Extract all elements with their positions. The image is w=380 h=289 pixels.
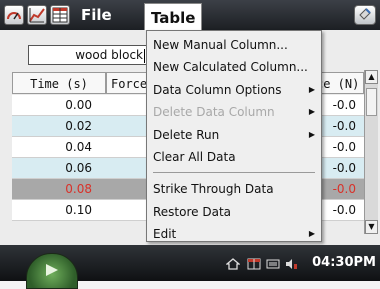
vertical-scrollbar[interactable]: ▲ ▼ xyxy=(364,70,378,234)
menu-table[interactable]: Table xyxy=(144,3,203,30)
submenu-arrow-icon: ▶ xyxy=(308,85,315,94)
scroll-down-icon[interactable]: ▼ xyxy=(365,220,378,234)
home-icon[interactable] xyxy=(226,258,240,270)
menu-item-label: New Manual Column... xyxy=(153,38,288,52)
menu-item-label: Clear All Data xyxy=(153,150,236,164)
menu-item-new-calculated-column[interactable]: New Calculated Column... xyxy=(147,56,321,78)
scroll-up-icon[interactable]: ▲ xyxy=(365,70,378,84)
menu-item-delete-run[interactable]: Delete Run ▶ xyxy=(147,124,321,146)
home-button[interactable] xyxy=(26,253,78,289)
menu-separator xyxy=(153,172,315,173)
menu-item-label: Edit xyxy=(153,227,177,241)
volume-icon[interactable] xyxy=(284,258,298,270)
status-bar: 04:30PM xyxy=(0,245,380,289)
table-icon[interactable] xyxy=(50,5,70,25)
graph-icon[interactable] xyxy=(27,5,47,25)
vertical-scroll-thumb[interactable] xyxy=(366,88,377,116)
menu-item-label: New Calculated Column... xyxy=(153,60,308,74)
meter-icon[interactable] xyxy=(4,5,24,25)
grid-icon[interactable] xyxy=(247,258,261,270)
time-cell[interactable]: 0.06 xyxy=(12,158,106,178)
column-header-time[interactable]: Time (s) xyxy=(12,72,106,94)
menu-item-label: Strike Through Data xyxy=(153,182,274,196)
text-caret xyxy=(144,48,145,63)
menu-item-label: Data Column Options xyxy=(153,83,282,97)
time-cell[interactable]: 0.02 xyxy=(12,116,106,136)
submenu-arrow-icon: ▶ xyxy=(308,107,315,116)
menu-item-edit[interactable]: Edit ▶ xyxy=(147,223,321,245)
submenu-arrow-icon: ▶ xyxy=(308,130,315,139)
menu-item-strike-through-data[interactable]: Strike Through Data xyxy=(147,178,321,200)
collect-button[interactable] xyxy=(354,5,376,25)
menu-item-label: Restore Data xyxy=(153,205,231,219)
top-bar: File Table xyxy=(0,0,380,30)
time-cell[interactable]: 0.04 xyxy=(12,137,106,157)
menu-file[interactable]: File xyxy=(81,0,112,30)
time-cell[interactable]: 0.10 xyxy=(12,200,106,220)
menu-item-delete-data-column: Delete Data Column ▶ xyxy=(147,101,321,123)
run-name-field[interactable]: wood block xyxy=(28,45,154,65)
keyboard-icon[interactable] xyxy=(266,258,280,270)
run-name-text: wood block xyxy=(75,48,143,62)
time-cell[interactable]: 0.00 xyxy=(12,95,106,115)
menu-item-label: Delete Run xyxy=(153,128,220,142)
menu-item-new-manual-column[interactable]: New Manual Column... xyxy=(147,34,321,56)
submenu-arrow-icon: ▶ xyxy=(308,229,315,238)
menu-item-clear-all-data[interactable]: Clear All Data xyxy=(147,146,321,168)
clock: 04:30PM xyxy=(312,255,376,270)
menu-item-data-column-options[interactable]: Data Column Options ▶ xyxy=(147,79,321,101)
menu-item-label: Delete Data Column xyxy=(153,105,275,119)
menu-item-restore-data[interactable]: Restore Data xyxy=(147,201,321,223)
table-menu-dropdown: New Manual Column... New Calculated Colum… xyxy=(146,30,322,242)
time-cell[interactable]: 0.08 xyxy=(12,179,106,199)
